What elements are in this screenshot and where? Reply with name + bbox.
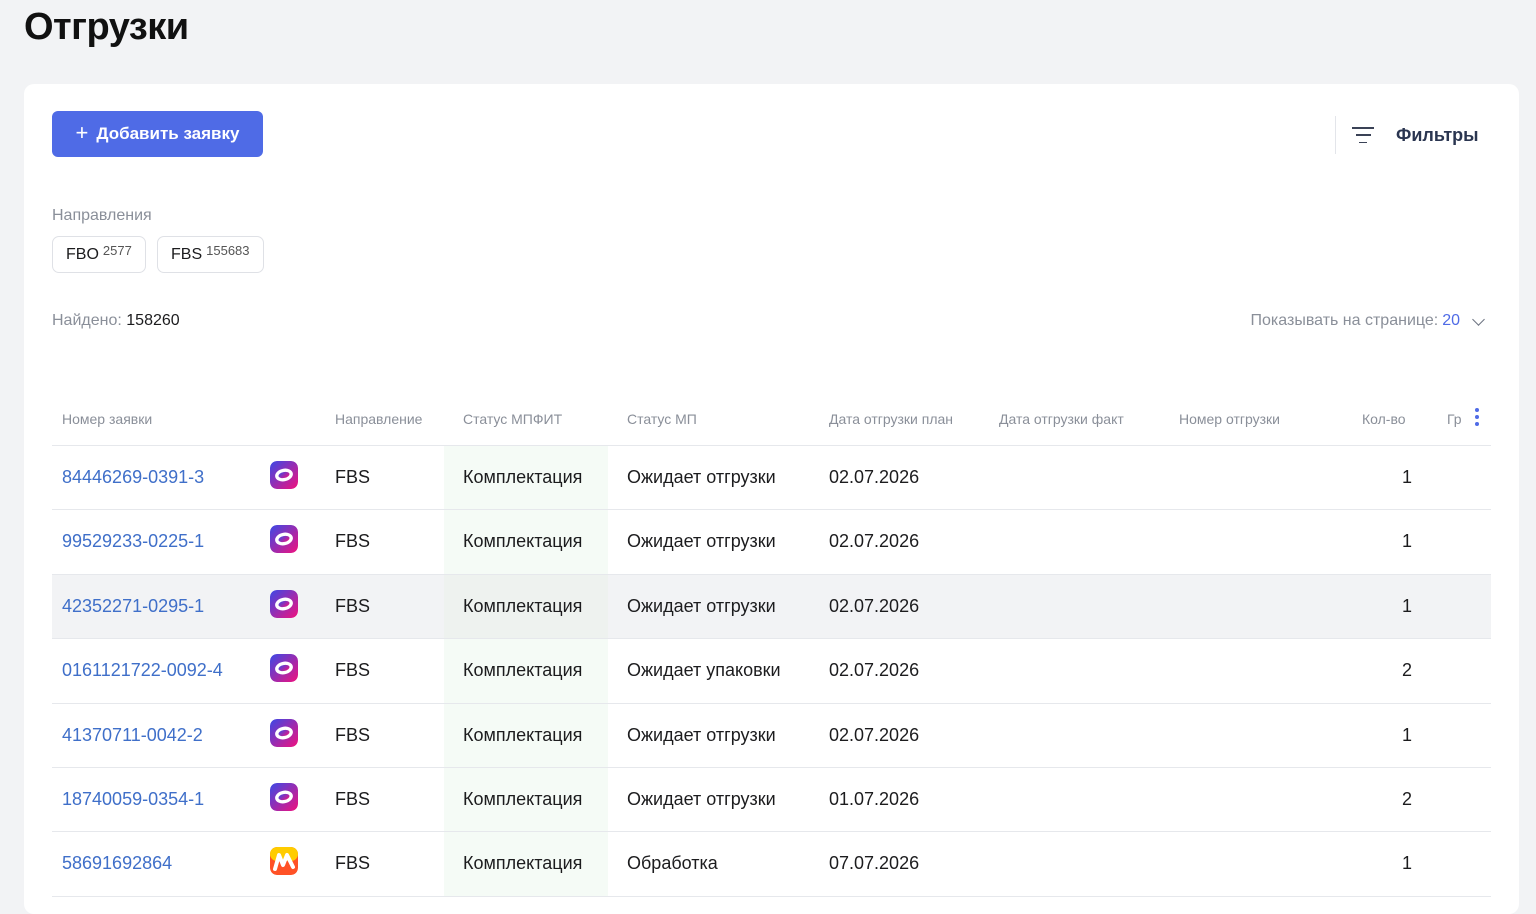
mpfit-status-cell: Комплектация bbox=[463, 853, 583, 874]
plan-date-cell: 01.07.2026 bbox=[829, 788, 920, 809]
shipments-table: Номер заявки Направление Статус МПФИТ Ст… bbox=[52, 390, 1491, 897]
direction-cell: FBS bbox=[335, 853, 371, 874]
table-row[interactable]: 0161121722-0092-4 FBS Комплектация Ожида… bbox=[52, 639, 1491, 704]
page-title: Отгрузки bbox=[24, 6, 189, 48]
request-number-link[interactable]: 0161121722-0092-4 bbox=[62, 660, 223, 681]
kebab-vertical-icon[interactable] bbox=[1475, 408, 1479, 426]
plan-date-cell: 02.07.2026 bbox=[829, 531, 920, 552]
mp-status-cell: Обработка bbox=[627, 853, 718, 874]
ozon-logo-icon bbox=[270, 525, 298, 554]
column-header-quantity[interactable]: Кол-во bbox=[1362, 411, 1406, 427]
filter-lines-icon bbox=[1352, 127, 1374, 143]
table-header: Номер заявки Направление Статус МПФИТ Ст… bbox=[52, 390, 1491, 446]
direction-cell: FBS bbox=[335, 724, 371, 745]
quantity-cell: 2 bbox=[1401, 788, 1412, 809]
shipments-card: + Добавить заявку Фильтры Направления FB… bbox=[24, 84, 1519, 914]
quantity-cell: 1 bbox=[1401, 531, 1412, 552]
table-row[interactable]: 58691692864 FBS Комплектация Обработка 0… bbox=[52, 832, 1491, 897]
plan-date-cell: 02.07.2026 bbox=[829, 467, 920, 487]
column-header-fact-date[interactable]: Дата отгрузки факт bbox=[999, 411, 1124, 427]
mpfit-status-cell: Комплектация bbox=[463, 788, 583, 809]
direction-cell: FBS bbox=[335, 788, 371, 809]
request-number-link[interactable]: 84446269-0391-3 bbox=[62, 467, 204, 488]
table-row[interactable]: 42352271-0295-1 FBS Комплектация Ожидает… bbox=[52, 574, 1491, 640]
mp-status-cell: Ожидает упаковки bbox=[627, 660, 781, 681]
ozon-logo-icon bbox=[270, 589, 298, 618]
mpfit-status-cell: Комплектация bbox=[463, 467, 583, 487]
ozon-logo-icon bbox=[270, 461, 298, 489]
direction-cell: FBS bbox=[335, 660, 371, 681]
per-page-value: 20 bbox=[1442, 312, 1460, 329]
ozon-logo-icon bbox=[270, 654, 298, 683]
found-label: Найдено: bbox=[52, 312, 122, 329]
direction-chip-fbs[interactable]: FBS 155683 bbox=[157, 236, 264, 273]
chip-count: 155683 bbox=[206, 243, 250, 258]
filters-button[interactable]: Фильтры bbox=[1352, 114, 1479, 156]
mp-status-cell: Ожидает отгрузки bbox=[627, 788, 776, 809]
direction-cell: FBS bbox=[335, 467, 371, 487]
direction-cell: FBS bbox=[335, 531, 371, 552]
chip-label: FBO bbox=[66, 245, 99, 263]
mpfit-status-cell: Комплектация bbox=[463, 531, 583, 552]
mpfit-status-cell: Комплектация bbox=[463, 595, 583, 616]
mp-status-cell: Ожидает отгрузки bbox=[627, 595, 776, 616]
directions-label: Направления bbox=[52, 207, 152, 224]
request-number-link[interactable]: 41370711-0042-2 bbox=[62, 725, 203, 746]
table-row[interactable]: 84446269-0391-3 FBS Комплектация Ожидает… bbox=[52, 446, 1491, 511]
found-count: Найдено: 158260 bbox=[52, 312, 180, 330]
request-number-link[interactable]: 42352271-0295-1 bbox=[62, 596, 204, 617]
add-request-button[interactable]: + Добавить заявку bbox=[52, 111, 263, 157]
ozon-logo-icon bbox=[270, 782, 298, 811]
quantity-cell: 1 bbox=[1401, 724, 1412, 745]
column-header-direction[interactable]: Направление bbox=[335, 411, 422, 427]
plus-icon: + bbox=[75, 120, 89, 145]
plan-date-cell: 02.07.2026 bbox=[829, 724, 920, 745]
mpfit-status-cell: Комплектация bbox=[463, 660, 583, 681]
quantity-cell: 1 bbox=[1401, 853, 1412, 874]
chip-count: 2577 bbox=[102, 243, 132, 258]
table-row[interactable]: 18740059-0354-1 FBS Комплектация Ожидает… bbox=[52, 767, 1491, 833]
filters-label: Фильтры bbox=[1396, 124, 1479, 145]
column-header-mpfit-status[interactable]: Статус МПФИТ bbox=[463, 411, 562, 427]
per-page-select[interactable]: Показывать на странице: 20 bbox=[1250, 312, 1485, 330]
direction-cell: FBS bbox=[335, 595, 371, 616]
filters-divider bbox=[1335, 116, 1336, 154]
quantity-cell: 1 bbox=[1401, 467, 1412, 487]
plan-date-cell: 02.07.2026 bbox=[829, 660, 920, 681]
chip-label: FBS bbox=[171, 245, 203, 263]
column-header-request-number[interactable]: Номер заявки bbox=[62, 411, 152, 427]
column-header-mp-status[interactable]: Статус МП bbox=[627, 411, 697, 427]
found-value: 158260 bbox=[126, 312, 180, 329]
mpfit-status-cell: Комплектация bbox=[463, 724, 583, 745]
mp-status-cell: Ожидает отгрузки bbox=[627, 724, 776, 745]
request-number-link[interactable]: 99529233-0225-1 bbox=[62, 531, 204, 552]
request-number-link[interactable]: 18740059-0354-1 bbox=[62, 789, 204, 810]
mp-status-cell: Ожидает отгрузки bbox=[627, 531, 776, 552]
direction-chip-fbo[interactable]: FBO 2577 bbox=[52, 236, 146, 273]
add-request-label: Добавить заявку bbox=[96, 124, 240, 143]
column-header-shipment-number[interactable]: Номер отгрузки bbox=[1179, 411, 1280, 427]
table-body: 84446269-0391-3 FBS Комплектация Ожидает… bbox=[52, 446, 1491, 897]
quantity-cell: 1 bbox=[1401, 595, 1412, 616]
table-row[interactable]: 99529233-0225-1 FBS Комплектация Ожидает… bbox=[52, 510, 1491, 575]
ozon-logo-icon bbox=[270, 718, 298, 747]
mp-status-cell: Ожидает отгрузки bbox=[627, 467, 776, 487]
per-page-label: Показывать на странице: bbox=[1250, 312, 1439, 329]
chevron-down-icon bbox=[1472, 312, 1485, 326]
yandex-market-logo-icon bbox=[270, 847, 298, 876]
plan-date-cell: 07.07.2026 bbox=[829, 853, 920, 874]
request-number-link[interactable]: 58691692864 bbox=[62, 853, 172, 874]
column-header-gr[interactable]: Гр bbox=[1447, 411, 1462, 427]
column-header-plan-date[interactable]: Дата отгрузки план bbox=[829, 411, 953, 427]
plan-date-cell: 02.07.2026 bbox=[829, 595, 920, 616]
table-row[interactable]: 41370711-0042-2 FBS Комплектация Ожидает… bbox=[52, 703, 1491, 768]
quantity-cell: 2 bbox=[1401, 660, 1412, 681]
